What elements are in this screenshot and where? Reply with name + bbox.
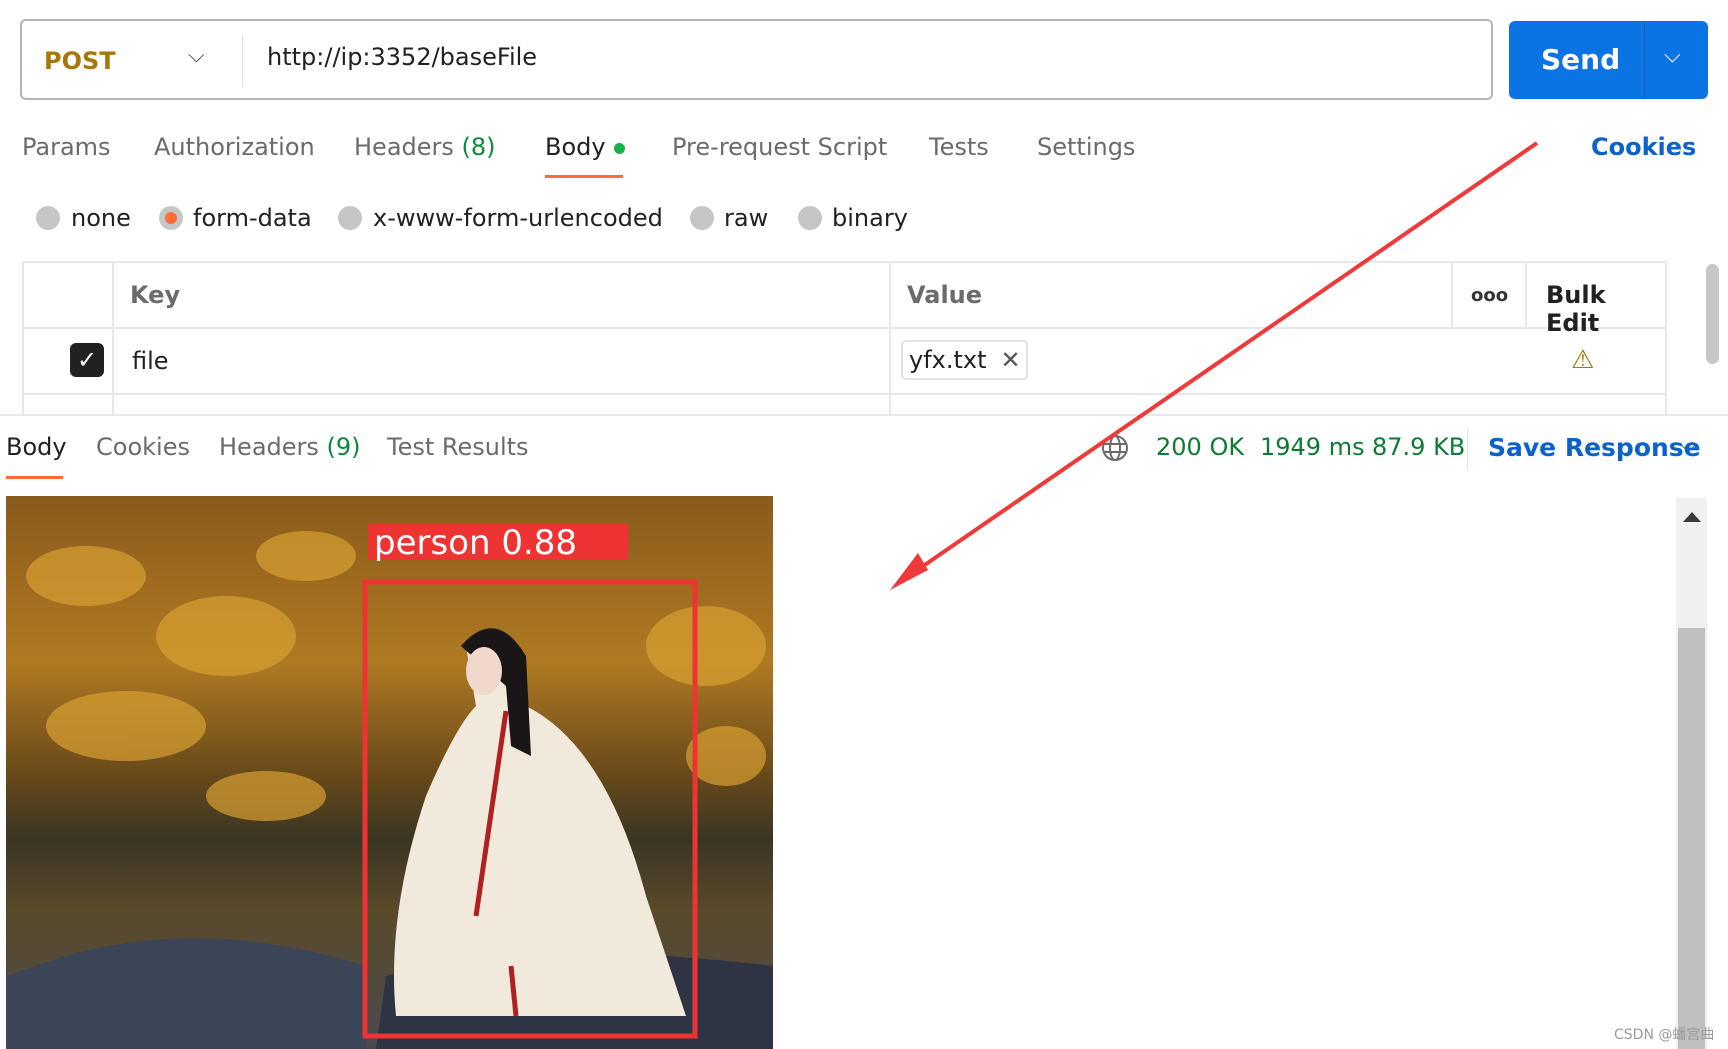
radio-form-data[interactable] <box>159 206 183 230</box>
row-divider <box>24 393 1665 395</box>
key-header: Key <box>130 281 181 309</box>
tab-label: Headers <box>354 133 454 161</box>
send-button[interactable]: Send ⌵ <box>1509 21 1708 99</box>
save-response-button[interactable]: Save Response <box>1488 433 1701 462</box>
divider <box>1467 428 1468 470</box>
remove-file-icon[interactable]: ✕ <box>1001 346 1021 374</box>
send-label: Send <box>1541 43 1621 76</box>
tab-label: Headers <box>219 433 319 461</box>
radio-label-none[interactable]: none <box>71 204 131 232</box>
tab-label: Body <box>545 133 606 161</box>
row-checkbox[interactable]: ✓ <box>70 343 104 377</box>
scrollbar-thumb[interactable] <box>1678 628 1705 1049</box>
tab-body[interactable]: Body <box>545 133 625 161</box>
active-tab-underline <box>6 476 63 479</box>
radio-label-x-www-form-urlencoded[interactable]: x-www-form-urlencoded <box>373 204 663 232</box>
more-options-icon[interactable]: ooo <box>1471 285 1508 306</box>
scroll-up-arrow-icon[interactable] <box>1683 512 1701 522</box>
cookies-link[interactable]: Cookies <box>1591 133 1696 161</box>
form-data-table: Key Value ooo Bulk Edit ✓ file yfx.txt ✕ … <box>22 261 1667 414</box>
radio-label-form-data[interactable]: form-data <box>193 204 312 232</box>
request-scrollbar[interactable] <box>1706 264 1719 364</box>
headers-count: (9) <box>326 433 361 461</box>
modified-dot-icon <box>613 142 625 154</box>
tab-settings[interactable]: Settings <box>1037 133 1135 161</box>
detection-label: person 0.88 <box>374 523 577 563</box>
key-cell[interactable]: file <box>132 347 169 375</box>
response-tab-headers[interactable]: Headers (9) <box>219 433 361 461</box>
column-divider <box>1451 263 1453 327</box>
tab-params[interactable]: Params <box>22 133 111 161</box>
column-divider <box>1525 263 1527 327</box>
response-tab-test-results[interactable]: Test Results <box>387 433 529 461</box>
radio-raw[interactable] <box>690 206 714 230</box>
tab-tests[interactable]: Tests <box>929 133 989 161</box>
radio-x-www-form-urlencoded[interactable] <box>338 206 362 230</box>
file-name: yfx.txt <box>909 346 987 374</box>
headers-count: (8) <box>461 133 496 161</box>
radio-none[interactable] <box>36 206 60 230</box>
response-size[interactable]: 87.9 KB <box>1372 433 1465 461</box>
url-input[interactable]: http://ip:3352/baseFile <box>267 43 537 71</box>
bulk-edit-button[interactable]: Bulk Edit <box>1546 281 1665 337</box>
response-time[interactable]: 1949 ms <box>1260 433 1365 461</box>
warning-icon[interactable]: ⚠ <box>1571 345 1594 375</box>
watermark: CSDN @蟠宫曲 <box>1614 1027 1715 1043</box>
tab-pre-request-script[interactable]: Pre-request Script <box>672 133 887 161</box>
save-response-chevron-icon[interactable]: ⌵ <box>1680 433 1697 458</box>
response-scrollbar[interactable] <box>1676 498 1707 1049</box>
tab-headers[interactable]: Headers (8) <box>354 133 496 161</box>
divider <box>1644 21 1645 99</box>
pane-divider[interactable] <box>0 414 1728 416</box>
divider <box>242 35 243 87</box>
response-image: person 0.88 <box>6 496 773 1049</box>
response-tab-cookies[interactable]: Cookies <box>96 433 190 461</box>
column-divider <box>889 263 891 414</box>
value-header: Value <box>907 281 983 309</box>
file-chip[interactable]: yfx.txt ✕ <box>901 340 1028 380</box>
method-select[interactable]: POST <box>44 47 116 75</box>
response-tab-body[interactable]: Body <box>6 433 67 461</box>
radio-label-raw[interactable]: raw <box>724 204 768 232</box>
active-tab-underline <box>545 175 623 178</box>
chevron-down-icon[interactable]: ⌵ <box>188 43 205 68</box>
globe-icon[interactable] <box>1100 433 1130 463</box>
status-code[interactable]: 200 OK <box>1156 433 1244 461</box>
radio-binary[interactable] <box>798 206 822 230</box>
send-options-chevron-icon[interactable]: ⌵ <box>1664 43 1681 68</box>
url-bar: POST ⌵ http://ip:3352/baseFile <box>20 19 1493 100</box>
radio-label-binary[interactable]: binary <box>832 204 908 232</box>
column-divider <box>112 263 114 414</box>
row-divider <box>24 327 1665 329</box>
tab-authorization[interactable]: Authorization <box>154 133 315 161</box>
